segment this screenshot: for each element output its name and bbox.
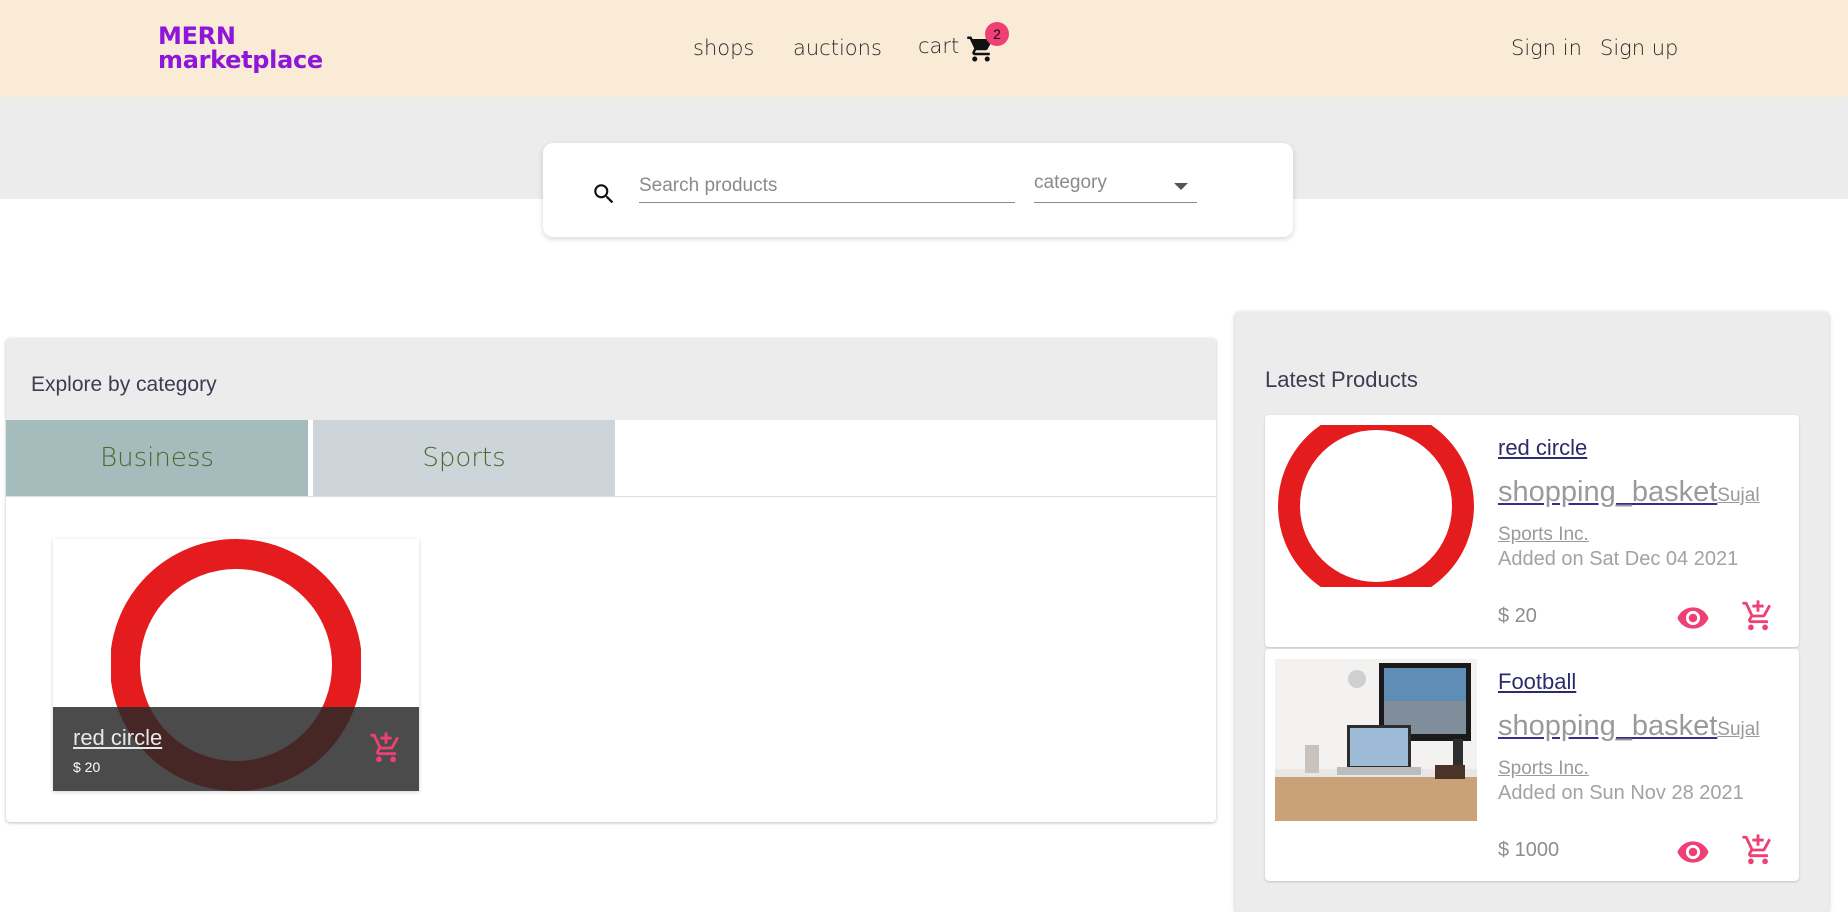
nav-shops[interactable]: shops xyxy=(693,36,754,60)
signup-link[interactable]: Sign up xyxy=(1600,36,1678,60)
product-tile-caption: red circle $ 20 xyxy=(53,707,419,791)
explore-panel: Explore by category Business Sports red … xyxy=(6,338,1216,822)
shopping-basket-icon: shopping_basket xyxy=(1498,710,1718,742)
product-price: $ 1000 xyxy=(1498,839,1560,861)
product-image[interactable] xyxy=(1275,425,1477,587)
nav-cart[interactable]: cart xyxy=(918,34,959,58)
tabs-divider xyxy=(6,496,1216,497)
latest-products-panel: Latest Products red circle shopping_bask… xyxy=(1235,312,1829,912)
search-card: category xyxy=(543,143,1293,237)
tab-sports[interactable]: Sports xyxy=(313,420,615,496)
explore-header: Explore by category xyxy=(6,338,1216,420)
product-image[interactable] xyxy=(1275,659,1477,821)
signin-link[interactable]: Sign in xyxy=(1511,36,1582,60)
latest-products-title: Latest Products xyxy=(1265,367,1418,392)
search-icon xyxy=(594,184,614,204)
brand-logo[interactable]: MERN marketplace xyxy=(158,24,323,72)
category-select[interactable]: category xyxy=(1034,169,1197,203)
chevron-down-icon xyxy=(1174,183,1188,190)
nav-auctions[interactable]: auctions xyxy=(793,36,882,60)
brand-line1: MERN xyxy=(158,22,236,50)
tab-business[interactable]: Business xyxy=(6,420,308,496)
product-shop-link[interactable]: shopping_basketSujal Sports Inc. xyxy=(1498,473,1793,555)
latest-product-card: red circle shopping_basketSujal Sports I… xyxy=(1265,415,1799,647)
product-tile[interactable]: red circle $ 20 xyxy=(53,539,419,791)
product-tile-name[interactable]: red circle xyxy=(73,725,162,751)
search-input[interactable] xyxy=(639,169,1015,203)
explore-title: Explore by category xyxy=(31,373,217,396)
product-name-link[interactable]: red circle xyxy=(1498,435,1587,461)
view-icon[interactable] xyxy=(1676,835,1710,869)
product-price: $ 20 xyxy=(1498,605,1537,627)
add-shopping-cart-icon[interactable] xyxy=(1741,599,1775,633)
product-added-date: Added on Sun Nov 28 2021 xyxy=(1498,782,1744,804)
app-header: MERN marketplace shops auctions cart 2 S… xyxy=(0,0,1848,97)
latest-product-card: Football shopping_basketSujal Sports Inc… xyxy=(1265,649,1799,881)
product-shop-link[interactable]: shopping_basketSujal Sports Inc. xyxy=(1498,707,1793,789)
brand-line2: marketplace xyxy=(158,46,323,74)
category-select-label: category xyxy=(1034,172,1107,193)
view-icon[interactable] xyxy=(1676,601,1710,635)
product-added-date: Added on Sat Dec 04 2021 xyxy=(1498,548,1739,570)
product-tile-price: $ 20 xyxy=(73,759,101,775)
product-name-link[interactable]: Football xyxy=(1498,669,1576,695)
cart-count-badge: 2 xyxy=(985,22,1009,46)
add-shopping-cart-icon[interactable] xyxy=(369,731,403,765)
add-shopping-cart-icon[interactable] xyxy=(1741,833,1775,867)
shopping-basket-icon: shopping_basket xyxy=(1498,476,1718,508)
